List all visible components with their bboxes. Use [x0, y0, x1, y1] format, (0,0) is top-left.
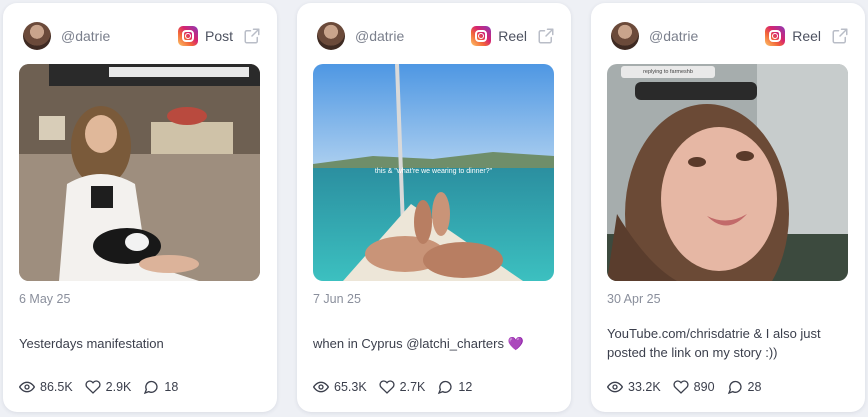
heart-icon: [379, 380, 395, 394]
post-stats: 33.2K 890 28: [607, 379, 773, 395]
post-card[interactable]: @datrie Post 6 May 25 Yesterdays manifes…: [3, 3, 277, 412]
card-header: @datrie Reel: [317, 21, 555, 51]
post-video[interactable]: this & "what're we wearing to dinner?": [313, 64, 554, 281]
card-header: @datrie Reel: [611, 21, 849, 51]
likes-count: 2.9K: [105, 380, 132, 394]
card-header: @datrie Post: [23, 21, 261, 51]
avatar[interactable]: [611, 22, 639, 50]
post-card[interactable]: @datrie Reel replying to farmeshb 30 Apr…: [591, 3, 865, 412]
post-caption: when in Cyprus @latchi_charters 💜: [313, 336, 524, 351]
views-count: 65.3K: [334, 380, 367, 394]
comments-count: 12: [458, 380, 473, 394]
post-video[interactable]: replying to farmeshb: [607, 64, 848, 281]
username[interactable]: @datrie: [355, 28, 404, 44]
instagram-icon: [765, 26, 786, 46]
avatar[interactable]: [317, 22, 345, 50]
comment-icon: [144, 380, 159, 395]
comments-stat: 12: [437, 379, 472, 395]
views-stat: 86.5K: [19, 379, 73, 395]
post-date: 6 May 25: [19, 292, 71, 306]
comments-count: 18: [164, 380, 179, 394]
likes-stat: 890: [673, 379, 715, 395]
external-link-icon[interactable]: [831, 27, 849, 45]
external-link-icon[interactable]: [537, 27, 555, 45]
views-stat: 33.2K: [607, 379, 661, 395]
views-count: 86.5K: [40, 380, 73, 394]
comments-stat: 18: [143, 379, 178, 395]
likes-count: 890: [693, 380, 715, 394]
comments-stat: 28: [727, 379, 762, 395]
username[interactable]: @datrie: [649, 28, 698, 44]
video-text-overlay: this & "what're we wearing to dinner?": [374, 168, 493, 175]
post-stats: 65.3K 2.7K 12: [313, 379, 484, 395]
post-type-label: Post: [204, 28, 233, 44]
likes-stat: 2.7K: [379, 379, 426, 395]
post-type-label: Reel: [498, 28, 527, 44]
post-date: 30 Apr 25: [607, 292, 661, 306]
post-type-label: Reel: [792, 28, 821, 44]
video-text-overlay: replying to farmeshb: [621, 66, 715, 78]
eye-icon: [313, 381, 329, 393]
comments-count: 28: [747, 380, 762, 394]
post-date: 7 Jun 25: [313, 292, 361, 306]
post-stats: 86.5K 2.9K 18: [19, 379, 190, 395]
instagram-icon: [177, 26, 198, 46]
post-caption: Yesterdays manifestation: [19, 336, 164, 351]
heart-icon: [673, 380, 689, 394]
post-card[interactable]: @datrie Reel this & "what're we wearing …: [297, 3, 571, 412]
post-caption: YouTube.com/chrisdatrie & I also just po…: [607, 326, 821, 360]
avatar[interactable]: [23, 22, 51, 50]
eye-icon: [607, 381, 623, 393]
likes-count: 2.7K: [399, 380, 426, 394]
comment-icon: [438, 380, 453, 395]
username[interactable]: @datrie: [61, 28, 110, 44]
views-stat: 65.3K: [313, 379, 367, 395]
instagram-icon: [471, 26, 492, 46]
external-link-icon[interactable]: [243, 27, 261, 45]
views-count: 33.2K: [628, 380, 661, 394]
heart-icon: [85, 380, 101, 394]
comment-icon: [727, 380, 742, 395]
post-image[interactable]: [19, 64, 260, 281]
likes-stat: 2.9K: [85, 379, 132, 395]
eye-icon: [19, 381, 35, 393]
